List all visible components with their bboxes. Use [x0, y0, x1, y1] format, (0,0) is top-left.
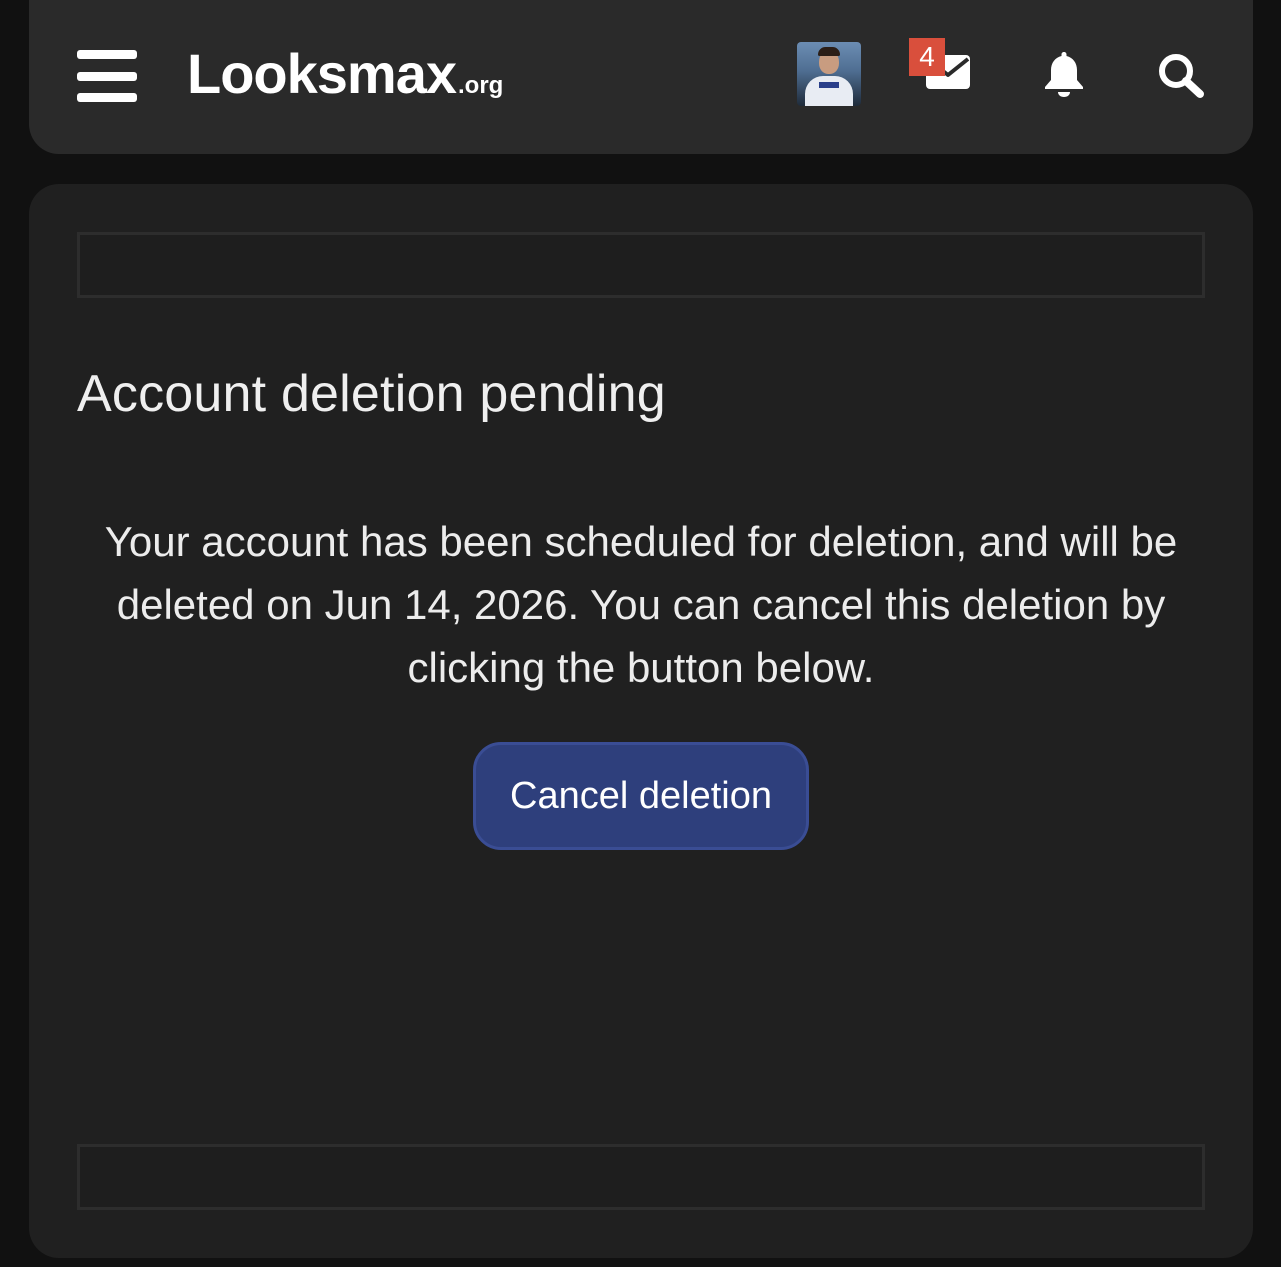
search-icon[interactable]: [1157, 52, 1205, 98]
menu-line: [77, 50, 137, 59]
avatar-figure-body: [805, 76, 853, 106]
menu-line: [77, 71, 137, 81]
logo-tld-text: .org: [458, 72, 504, 99]
content-panel: Account deletion pending Your account ha…: [29, 184, 1253, 1258]
avatar-figure-hair: [818, 47, 840, 56]
site-header: Looksmax .org 4: [29, 0, 1253, 154]
bell-icon[interactable]: [1043, 50, 1085, 98]
logo-main-text: Looksmax: [187, 42, 457, 105]
deletion-message: Your account has been scheduled for dele…: [104, 518, 1178, 691]
top-notice-bar: [77, 232, 1205, 298]
site-logo[interactable]: Looksmax .org: [187, 44, 503, 104]
hamburger-menu-icon[interactable]: [77, 50, 137, 102]
cancel-deletion-button[interactable]: Cancel deletion: [473, 742, 809, 850]
user-avatar[interactable]: [797, 42, 861, 106]
page-title: Account deletion pending: [77, 365, 666, 423]
bottom-notice-bar: [77, 1144, 1205, 1210]
avatar-figure-detail: [819, 82, 839, 88]
menu-line: [77, 93, 137, 102]
inbox-badge[interactable]: 4: [909, 38, 945, 76]
